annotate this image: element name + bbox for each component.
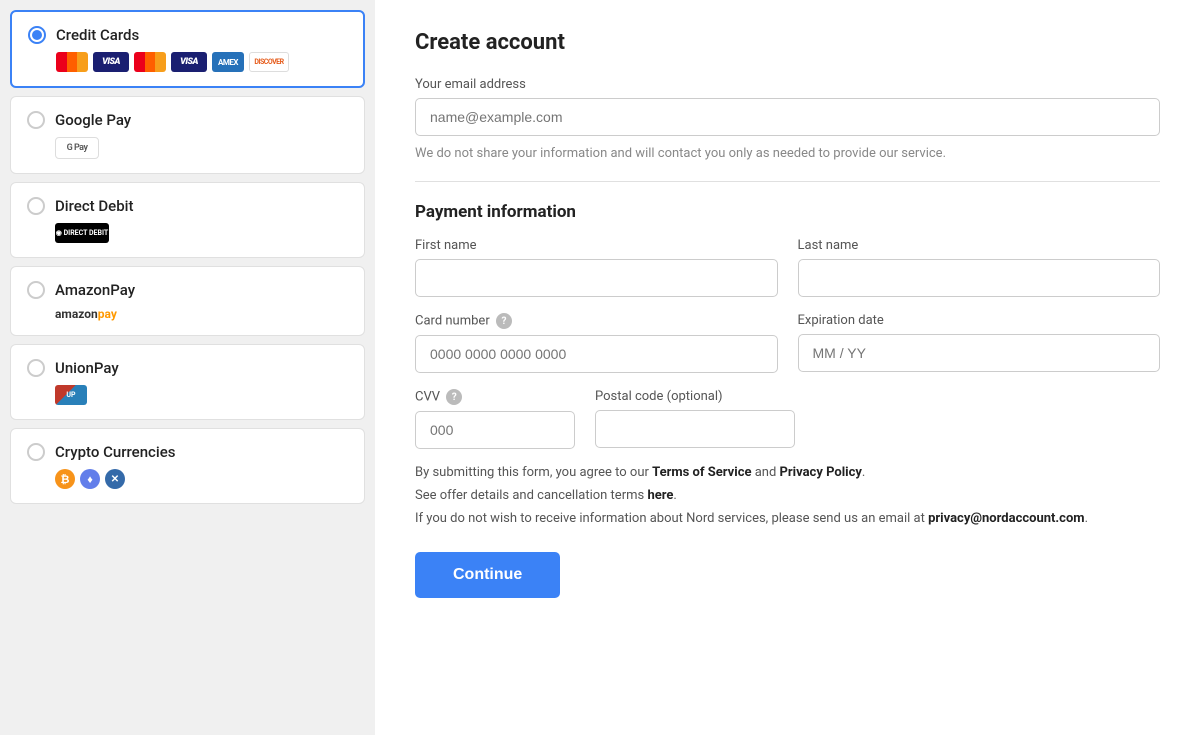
option-union-pay-label: UnionPay	[55, 359, 119, 377]
gpay-icon: G Pay	[55, 137, 99, 159]
payment-section-title: Payment information	[415, 202, 1160, 222]
option-amazon-pay-label: AmazonPay	[55, 281, 135, 299]
terms-line1: By submitting this form, you agree to ou…	[415, 465, 1160, 480]
visa-icon: VISA	[93, 52, 129, 72]
radio-crypto[interactable]	[27, 443, 45, 461]
privacy-email-link[interactable]: privacy@nordaccount.com	[928, 511, 1084, 526]
unionpay-icon: UP	[55, 385, 87, 405]
cvv-input[interactable]	[415, 411, 575, 449]
first-name-label: First name	[415, 238, 778, 253]
form-panel: Create account Your email address We do …	[375, 0, 1200, 735]
radio-google-pay[interactable]	[27, 111, 45, 129]
last-name-input[interactable]	[798, 259, 1161, 297]
radio-direct-debit[interactable]	[27, 197, 45, 215]
option-direct-debit[interactable]: Direct Debit ◉ DIRECT DEBIT	[10, 182, 365, 258]
terms-line2: See offer details and cancellation terms…	[415, 488, 1160, 503]
card-row: Card number ? Expiration date	[415, 313, 1160, 373]
tos-link[interactable]: Terms of Service	[652, 465, 751, 480]
first-name-col: First name	[415, 238, 778, 297]
email-input[interactable]	[415, 98, 1160, 136]
cvv-label: CVV ?	[415, 389, 575, 405]
payment-section: Payment information First name Last name…	[415, 202, 1160, 598]
privacy-policy-link[interactable]: Privacy Policy	[780, 465, 862, 480]
discover-icon: DISCOVER	[249, 52, 289, 72]
cvv-col: CVV ?	[415, 389, 575, 449]
cvv-help-icon[interactable]: ?	[446, 389, 462, 405]
privacy-note: We do not share your information and wil…	[415, 146, 1160, 161]
expiry-label: Expiration date	[798, 313, 1161, 328]
option-credit-cards[interactable]: Credit Cards VISA VISA AMEX DISCOVER	[10, 10, 365, 88]
amazon-pay-icons: amazonpay	[55, 307, 348, 321]
card-number-help-icon[interactable]: ?	[496, 313, 512, 329]
payment-options-panel: Credit Cards VISA VISA AMEX DISCOVER Goo…	[0, 0, 375, 735]
postal-col: Postal code (optional)	[595, 389, 795, 449]
postal-label: Postal code (optional)	[595, 389, 795, 404]
option-union-pay[interactable]: UnionPay UP	[10, 344, 365, 420]
cvv-row: CVV ? Postal code (optional)	[415, 389, 1160, 449]
option-crypto-label: Crypto Currencies	[55, 443, 175, 461]
crypto-icons: ₿ ♦ ✕	[55, 469, 348, 489]
card-number-col: Card number ?	[415, 313, 778, 373]
xrp-icon: ✕	[105, 469, 125, 489]
email-label: Your email address	[415, 77, 1160, 92]
mastercard2-icon	[134, 52, 166, 72]
option-crypto[interactable]: Crypto Currencies ₿ ♦ ✕	[10, 428, 365, 504]
direct-debit-icons: ◉ DIRECT DEBIT	[55, 223, 348, 243]
email-section: Your email address We do not share your …	[415, 77, 1160, 161]
continue-button[interactable]: Continue	[415, 552, 560, 598]
union-pay-icons: UP	[55, 385, 348, 405]
option-amazon-pay[interactable]: AmazonPay amazonpay	[10, 266, 365, 336]
google-pay-icons: G Pay	[55, 137, 348, 159]
option-credit-cards-label: Credit Cards	[56, 26, 139, 44]
option-google-pay[interactable]: Google Pay G Pay	[10, 96, 365, 174]
card-number-label: Card number ?	[415, 313, 778, 329]
first-name-input[interactable]	[415, 259, 778, 297]
visa2-icon: VISA	[171, 52, 207, 72]
credit-cards-icons: VISA VISA AMEX DISCOVER	[56, 52, 347, 72]
bitcoin-icon: ₿	[55, 469, 75, 489]
ethereum-icon: ♦	[80, 469, 100, 489]
direct-debit-icon: ◉ DIRECT DEBIT	[55, 223, 109, 243]
here-link[interactable]: here	[647, 488, 673, 503]
radio-credit-cards[interactable]	[28, 26, 46, 44]
expiry-col: Expiration date	[798, 313, 1161, 373]
radio-amazon-pay[interactable]	[27, 281, 45, 299]
name-row: First name Last name	[415, 238, 1160, 297]
postal-input[interactable]	[595, 410, 795, 448]
expiry-input[interactable]	[798, 334, 1161, 372]
radio-union-pay[interactable]	[27, 359, 45, 377]
amex-icon: AMEX	[212, 52, 244, 72]
card-number-input[interactable]	[415, 335, 778, 373]
last-name-col: Last name	[798, 238, 1161, 297]
mastercard-icon	[56, 52, 88, 72]
empty-col	[815, 389, 1160, 449]
section-divider	[415, 181, 1160, 182]
page-title: Create account	[415, 30, 1160, 55]
option-google-pay-label: Google Pay	[55, 111, 131, 129]
option-direct-debit-label: Direct Debit	[55, 197, 133, 215]
last-name-label: Last name	[798, 238, 1161, 253]
terms-line3: If you do not wish to receive informatio…	[415, 511, 1160, 526]
amazonpay-icon: amazonpay	[55, 307, 117, 321]
